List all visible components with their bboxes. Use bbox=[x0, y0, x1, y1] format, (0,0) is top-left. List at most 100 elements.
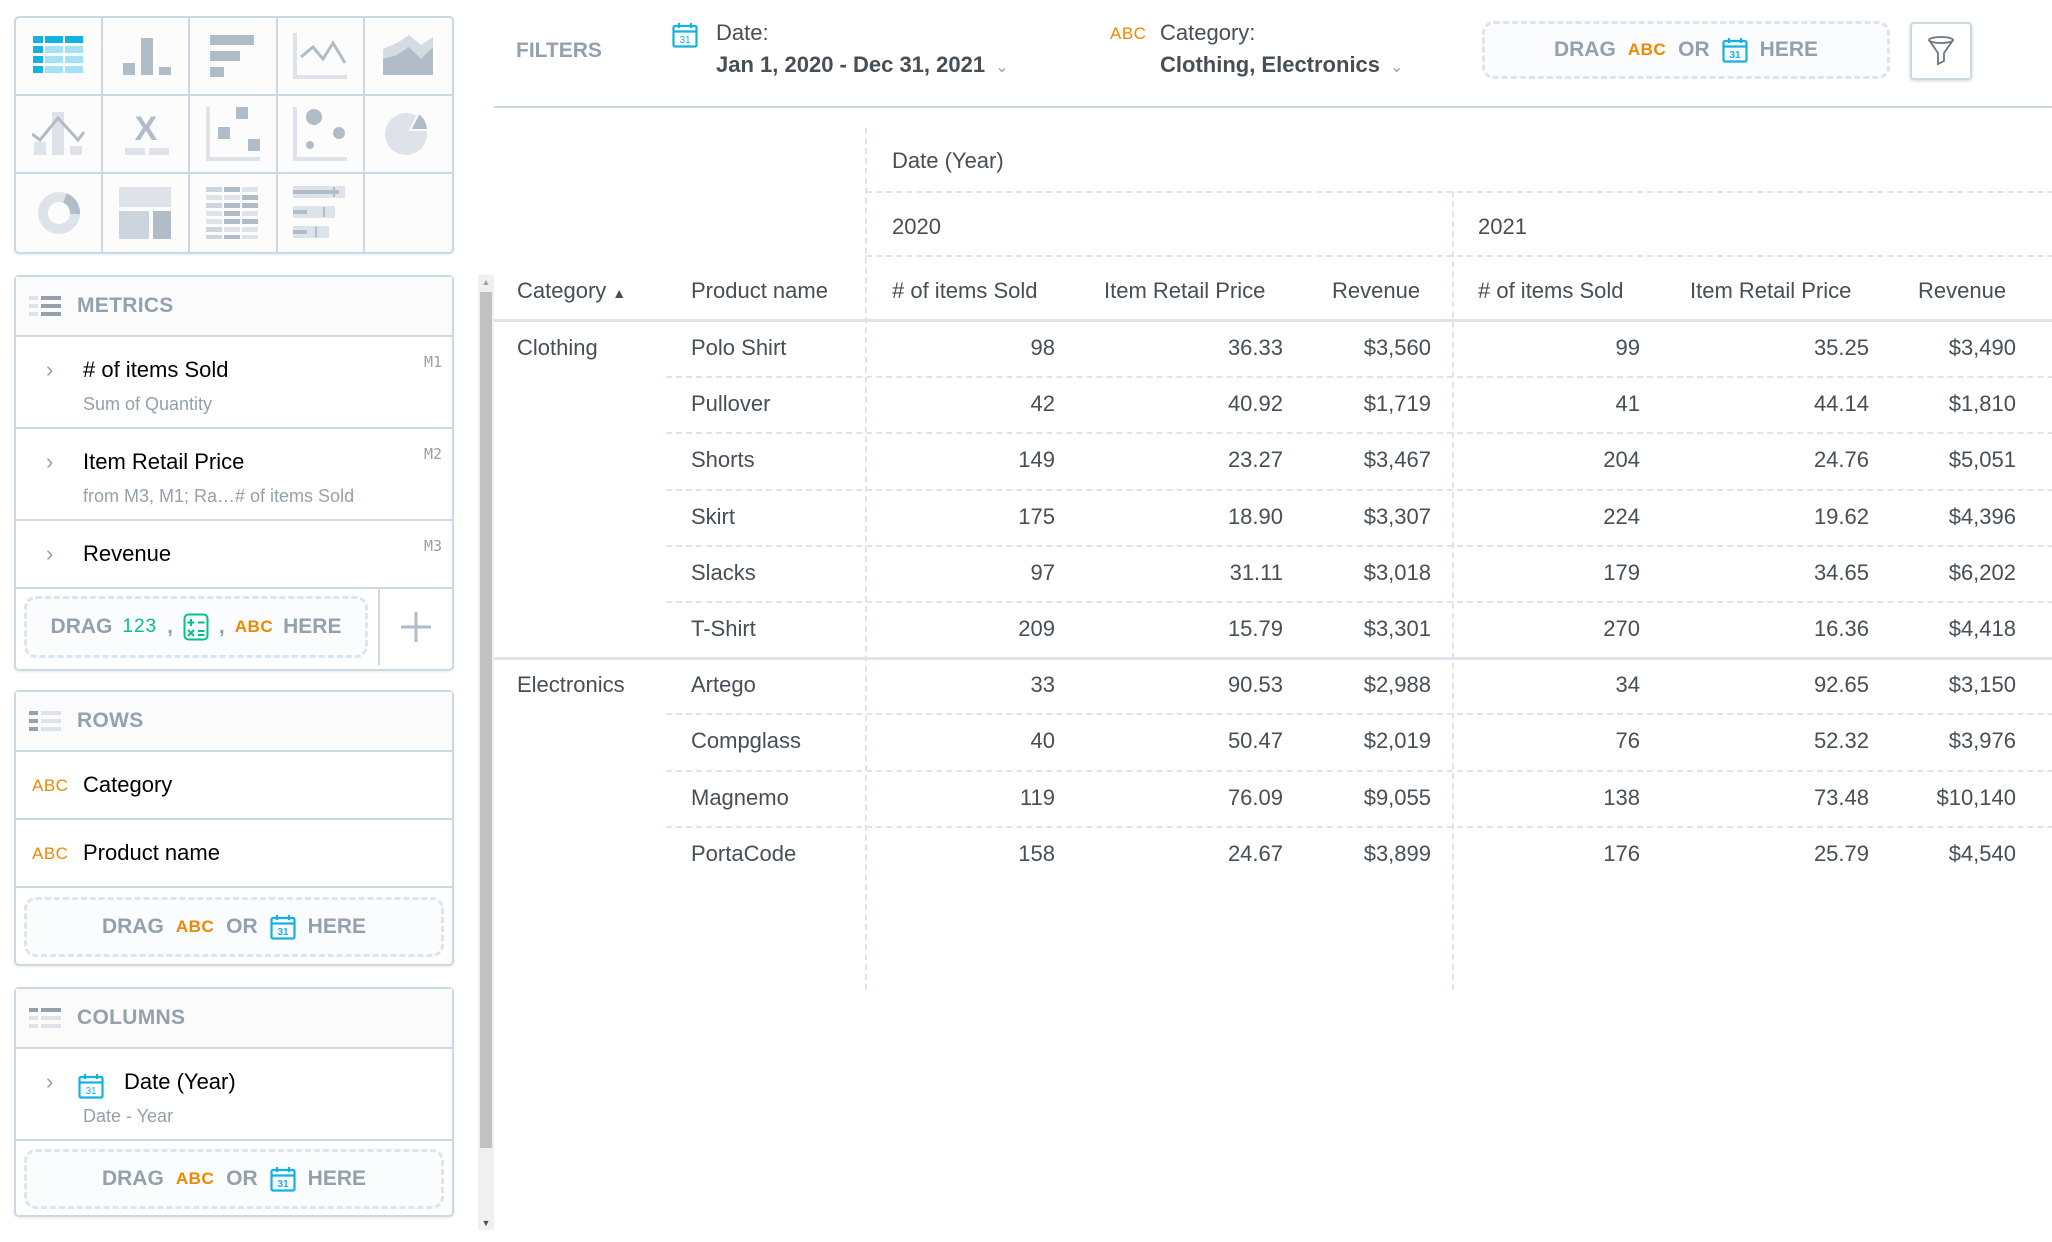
row-header-category[interactable]: Category ▲ bbox=[517, 278, 626, 304]
viz-type-table[interactable] bbox=[16, 18, 104, 96]
measure-header[interactable]: Item Retail Price bbox=[1690, 278, 1851, 304]
column-attribute-granularity: Date - Year bbox=[83, 1106, 174, 1126]
drop-here-text: HERE bbox=[307, 915, 367, 938]
chevron-right-icon[interactable]: › bbox=[46, 357, 53, 383]
value-cell: 92.65 bbox=[1813, 672, 1869, 698]
scroll-down-arrow-icon[interactable]: ▼ bbox=[478, 1216, 494, 1230]
column-divider bbox=[1452, 191, 1454, 990]
value-cell: $3,467 bbox=[1363, 447, 1431, 473]
rows-drop-zone[interactable]: DRAG ABC OR 31 HERE bbox=[24, 897, 444, 957]
measure-header[interactable]: Revenue bbox=[1918, 278, 2006, 304]
row-product-cell[interactable]: Artego bbox=[691, 672, 756, 698]
row-product-cell[interactable]: Compglass bbox=[691, 728, 801, 754]
metric-id: M2 bbox=[423, 445, 442, 463]
metric-item[interactable]: › Item Retail Price from M3, M1; Ra…# of… bbox=[16, 429, 452, 521]
column-attribute-item[interactable]: › 31 Date (Year) Date - Year bbox=[16, 1049, 452, 1141]
plus-icon bbox=[401, 612, 431, 642]
viz-type-line[interactable] bbox=[277, 18, 365, 96]
row-attribute-name: Product name bbox=[83, 840, 220, 865]
value-cell: $3,150 bbox=[1948, 672, 2016, 698]
viz-type-combo[interactable] bbox=[16, 96, 104, 174]
category-filter[interactable]: ABC Category: Clothing, Electronics ⌄ bbox=[1110, 20, 1403, 78]
row-category-cell[interactable]: Electronics bbox=[517, 672, 625, 698]
value-cell: 204 bbox=[1603, 447, 1640, 473]
value-cell: 42 bbox=[1030, 391, 1055, 417]
value-cell: $4,396 bbox=[1948, 503, 2016, 529]
value-cell: 76.09 bbox=[1227, 784, 1283, 810]
value-cell: 33 bbox=[1030, 672, 1055, 698]
row-product-cell[interactable]: Magnemo bbox=[691, 785, 789, 811]
sort-ascending-icon: ▲ bbox=[612, 285, 627, 301]
measure-header[interactable]: Revenue bbox=[1332, 278, 1420, 304]
row-product-cell[interactable]: Skirt bbox=[691, 504, 735, 530]
scrollbar-thumb[interactable] bbox=[480, 292, 492, 1148]
pie-chart-icon bbox=[385, 111, 430, 155]
viz-type-bullet[interactable] bbox=[278, 174, 365, 252]
row-product-cell[interactable]: Polo Shirt bbox=[691, 335, 786, 361]
value-cell: $9,055 bbox=[1363, 784, 1431, 810]
viz-type-bar[interactable] bbox=[190, 18, 278, 96]
viz-type-donut[interactable] bbox=[16, 174, 104, 252]
row-product-cell[interactable]: Slacks bbox=[691, 560, 756, 586]
scroll-up-arrow-icon[interactable]: ▲ bbox=[478, 275, 494, 289]
viz-type-pie[interactable] bbox=[364, 96, 452, 174]
columns-drop-zone[interactable]: DRAG ABC OR 31 HERE bbox=[24, 1149, 444, 1209]
metrics-title: METRICS bbox=[77, 294, 174, 317]
value-cell: 24.67 bbox=[1227, 840, 1283, 866]
columns-list-icon bbox=[29, 1008, 61, 1028]
filter-config-button[interactable] bbox=[1910, 22, 1972, 80]
viz-type-column[interactable] bbox=[103, 18, 191, 96]
viz-type-treemap[interactable] bbox=[103, 174, 191, 252]
add-metric-button[interactable] bbox=[378, 589, 452, 665]
row-attribute-item[interactable]: ABC Category bbox=[16, 752, 452, 820]
row-product-cell[interactable]: PortaCode bbox=[691, 841, 796, 867]
measure-header[interactable]: # of items Sold bbox=[892, 278, 1038, 304]
viz-type-empty bbox=[365, 174, 452, 252]
value-cell: $10,140 bbox=[1936, 784, 2016, 810]
value-cell: 24.76 bbox=[1813, 447, 1869, 473]
value-cell: $3,018 bbox=[1363, 559, 1431, 585]
value-cell: 176 bbox=[1603, 840, 1640, 866]
row-product-cell[interactable]: Shorts bbox=[691, 447, 755, 473]
row-product-cell[interactable]: Pullover bbox=[691, 391, 770, 417]
row-category-cell[interactable]: Clothing bbox=[517, 335, 598, 361]
chevron-right-icon[interactable]: › bbox=[46, 1069, 53, 1095]
value-cell: 23.27 bbox=[1227, 447, 1283, 473]
column-chart-icon bbox=[122, 38, 171, 75]
chevron-right-icon[interactable]: › bbox=[46, 449, 53, 475]
row-separator bbox=[666, 769, 2052, 772]
value-cell: $2,019 bbox=[1363, 728, 1431, 754]
chevron-down-icon: ⌄ bbox=[995, 59, 1009, 76]
viz-type-scatter[interactable] bbox=[190, 96, 278, 174]
row-header-category-label: Category bbox=[517, 278, 607, 303]
date-filter[interactable]: 31 Date: Jan 1, 2020 - Dec 31, 2021 ⌄ bbox=[672, 20, 1009, 78]
value-cell: 76 bbox=[1615, 728, 1640, 754]
svg-text:31: 31 bbox=[277, 927, 289, 938]
left-panel-scrollbar[interactable]: ▲ ▼ bbox=[478, 275, 494, 1230]
attribute-type-icon: ABC bbox=[175, 1169, 215, 1188]
measure-header[interactable]: Item Retail Price bbox=[1104, 278, 1265, 304]
measure-header[interactable]: # of items Sold bbox=[1478, 278, 1624, 304]
value-cell: 90.53 bbox=[1227, 672, 1283, 698]
attribute-type-icon: ABC bbox=[175, 917, 215, 936]
metrics-drop-zone[interactable]: DRAG 123 , , ABC HERE bbox=[24, 596, 368, 658]
calendar-icon: 31 bbox=[672, 23, 698, 48]
row-separator bbox=[666, 713, 2052, 716]
header-divider bbox=[866, 255, 2052, 257]
viz-type-heatmap[interactable] bbox=[190, 174, 278, 252]
row-product-cell[interactable]: T-Shirt bbox=[691, 616, 756, 642]
viz-type-area[interactable] bbox=[364, 18, 452, 96]
filter-drop-zone[interactable]: DRAG ABC OR 31 HERE bbox=[1482, 21, 1890, 79]
chevron-down-icon: ⌄ bbox=[1390, 59, 1404, 76]
metric-item[interactable]: › # of items Sold Sum of Quantity M1 bbox=[16, 337, 452, 429]
columns-title: COLUMNS bbox=[77, 1006, 186, 1029]
row-attribute-item[interactable]: ABC Product name bbox=[16, 820, 452, 888]
viz-type-headline[interactable]: X bbox=[103, 96, 191, 174]
chevron-right-icon[interactable]: › bbox=[46, 541, 53, 567]
row-header-product[interactable]: Product name bbox=[691, 278, 828, 304]
metric-item[interactable]: › Revenue M3 bbox=[16, 521, 452, 589]
value-cell: 44.14 bbox=[1813, 391, 1869, 417]
viz-type-bubble[interactable] bbox=[277, 96, 365, 174]
drop-drag-text: DRAG bbox=[1553, 38, 1616, 61]
value-cell: $6,202 bbox=[1948, 559, 2016, 585]
